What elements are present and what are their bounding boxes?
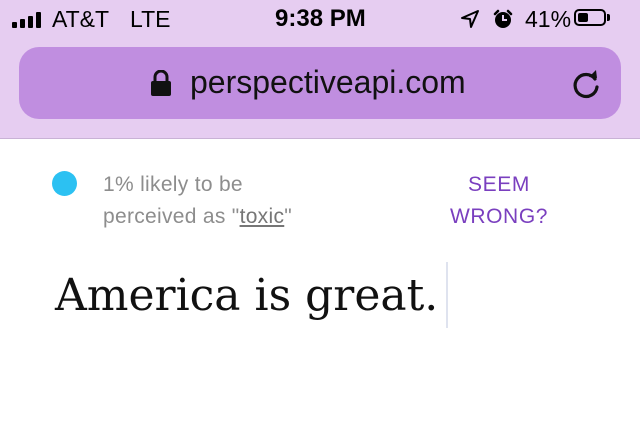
carrier-name: AT&T [52,6,110,32]
network-type: LTE [130,6,171,32]
status-bar: AT&T LTE 9:38 PM 41% [0,0,640,40]
text-cursor [446,262,448,328]
perceived-prefix: perceived as " [103,205,240,228]
toxic-term-link[interactable]: toxic [240,205,285,228]
toxicity-indicator-dot [52,171,77,196]
perceived-line: perceived as "toxic" [103,201,383,233]
browser-chrome: AT&T LTE 9:38 PM 41% perspectiveapi.com [0,0,640,139]
clock: 9:38 PM [275,5,366,32]
reload-icon[interactable] [569,67,603,101]
perceived-suffix: " [284,205,293,228]
url-text[interactable]: perspectiveapi.com [190,64,466,101]
alarm-clock-icon [493,9,513,28]
lock-icon [151,70,171,96]
seem-wrong-line2: WRONG? [449,205,549,228]
toxicity-score: 1% likely to be perceived as "toxic" [103,169,383,233]
battery-percentage: 41% [525,6,572,32]
seem-wrong-button[interactable]: SEEM WRONG? [446,169,552,233]
battery-icon [574,9,606,26]
battery-tip [607,14,610,21]
score-line: 1% likely to be [103,173,243,196]
comment-input[interactable]: America is great. [55,270,438,321]
cellular-signal-icon [12,12,41,28]
location-arrow-icon [461,10,479,28]
seem-wrong-line1: SEEM [468,173,530,196]
